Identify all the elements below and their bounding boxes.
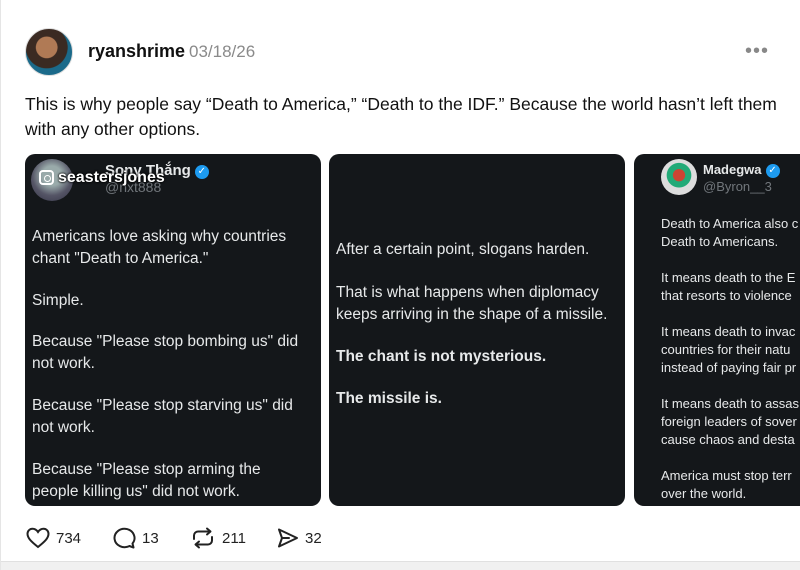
card1-paragraph: Because "Please stop arming the people k… [32,461,261,500]
card3-line: that resorts to violence [661,288,792,303]
repost-count: 211 [222,529,246,547]
card3-line: It means death to assas [661,396,800,411]
heart-icon [26,527,50,549]
reply-count: 13 [142,529,159,547]
post-timestamp[interactable]: 03/18/26 [189,42,255,62]
card3-line: It means death to the E [661,270,796,285]
instagram-watermark: seastersjones [39,169,165,187]
card2-paragraph: That is what happens when diplomacy keep… [336,284,608,323]
send-icon [278,528,298,548]
card3-line: instead of paying fair pr [661,360,797,375]
post-username[interactable]: ryanshrime [88,41,185,62]
card3-author-handle: @Byron__3 [703,179,772,194]
repost-button[interactable]: 211 [189,526,246,550]
like-button[interactable]: 734 [25,526,81,550]
post-caption: This is why people say “Death to America… [25,94,777,139]
card3-line: Death to Americans. [661,234,779,249]
like-count: 734 [56,529,82,547]
card2-paragraph: After a certain point, slogans harden. [336,241,590,258]
card3-author-name: Madegwa ✓ [703,162,780,178]
card3-line: It means death to invac [661,324,796,339]
share-button[interactable]: 32 [276,526,322,550]
verified-badge-icon: ✓ [194,165,209,179]
card3-line: Death to America also c [661,216,799,231]
reply-icon [113,527,136,549]
card1-paragraph: Americans love asking why countries chan… [32,228,287,267]
card2-paragraph: The chant is not mysterious. [336,348,547,365]
verified-badge-icon: ✓ [765,164,780,178]
instagram-icon [39,170,54,185]
media-card-1[interactable]: Sony Thắng ✓ @nxt888 seastersjones Americ… [25,154,321,506]
media-card-2[interactable]: After a certain point, slogans harden. T… [329,154,625,506]
user-avatar[interactable] [25,28,73,76]
card3-line: over the world. [661,486,747,501]
card3-line: America must stop terr [661,468,792,483]
card3-line: foreign leaders of sover [661,414,797,429]
reply-button[interactable]: 13 [111,526,159,550]
repost-icon [193,527,213,549]
card1-paragraph: Because "Please stop bombing us" did not… [32,333,299,372]
card3-line: countries for their natu [661,342,791,357]
card3-line: cause chaos and desta [661,432,795,447]
card1-paragraph: Because "Please stop starving us" did no… [32,397,293,436]
more-options-icon[interactable]: ••• [745,40,769,63]
media-card-3[interactable]: Madegwa ✓ @Byron__3 Death to America also… [634,154,800,506]
card3-avatar [661,159,697,195]
thread-post: ryanshrime 03/18/26 ••• This is why peop… [0,0,800,570]
card2-paragraph: The missile is. [336,390,442,407]
share-count: 32 [305,529,322,547]
card1-paragraph: Simple. [32,292,84,309]
